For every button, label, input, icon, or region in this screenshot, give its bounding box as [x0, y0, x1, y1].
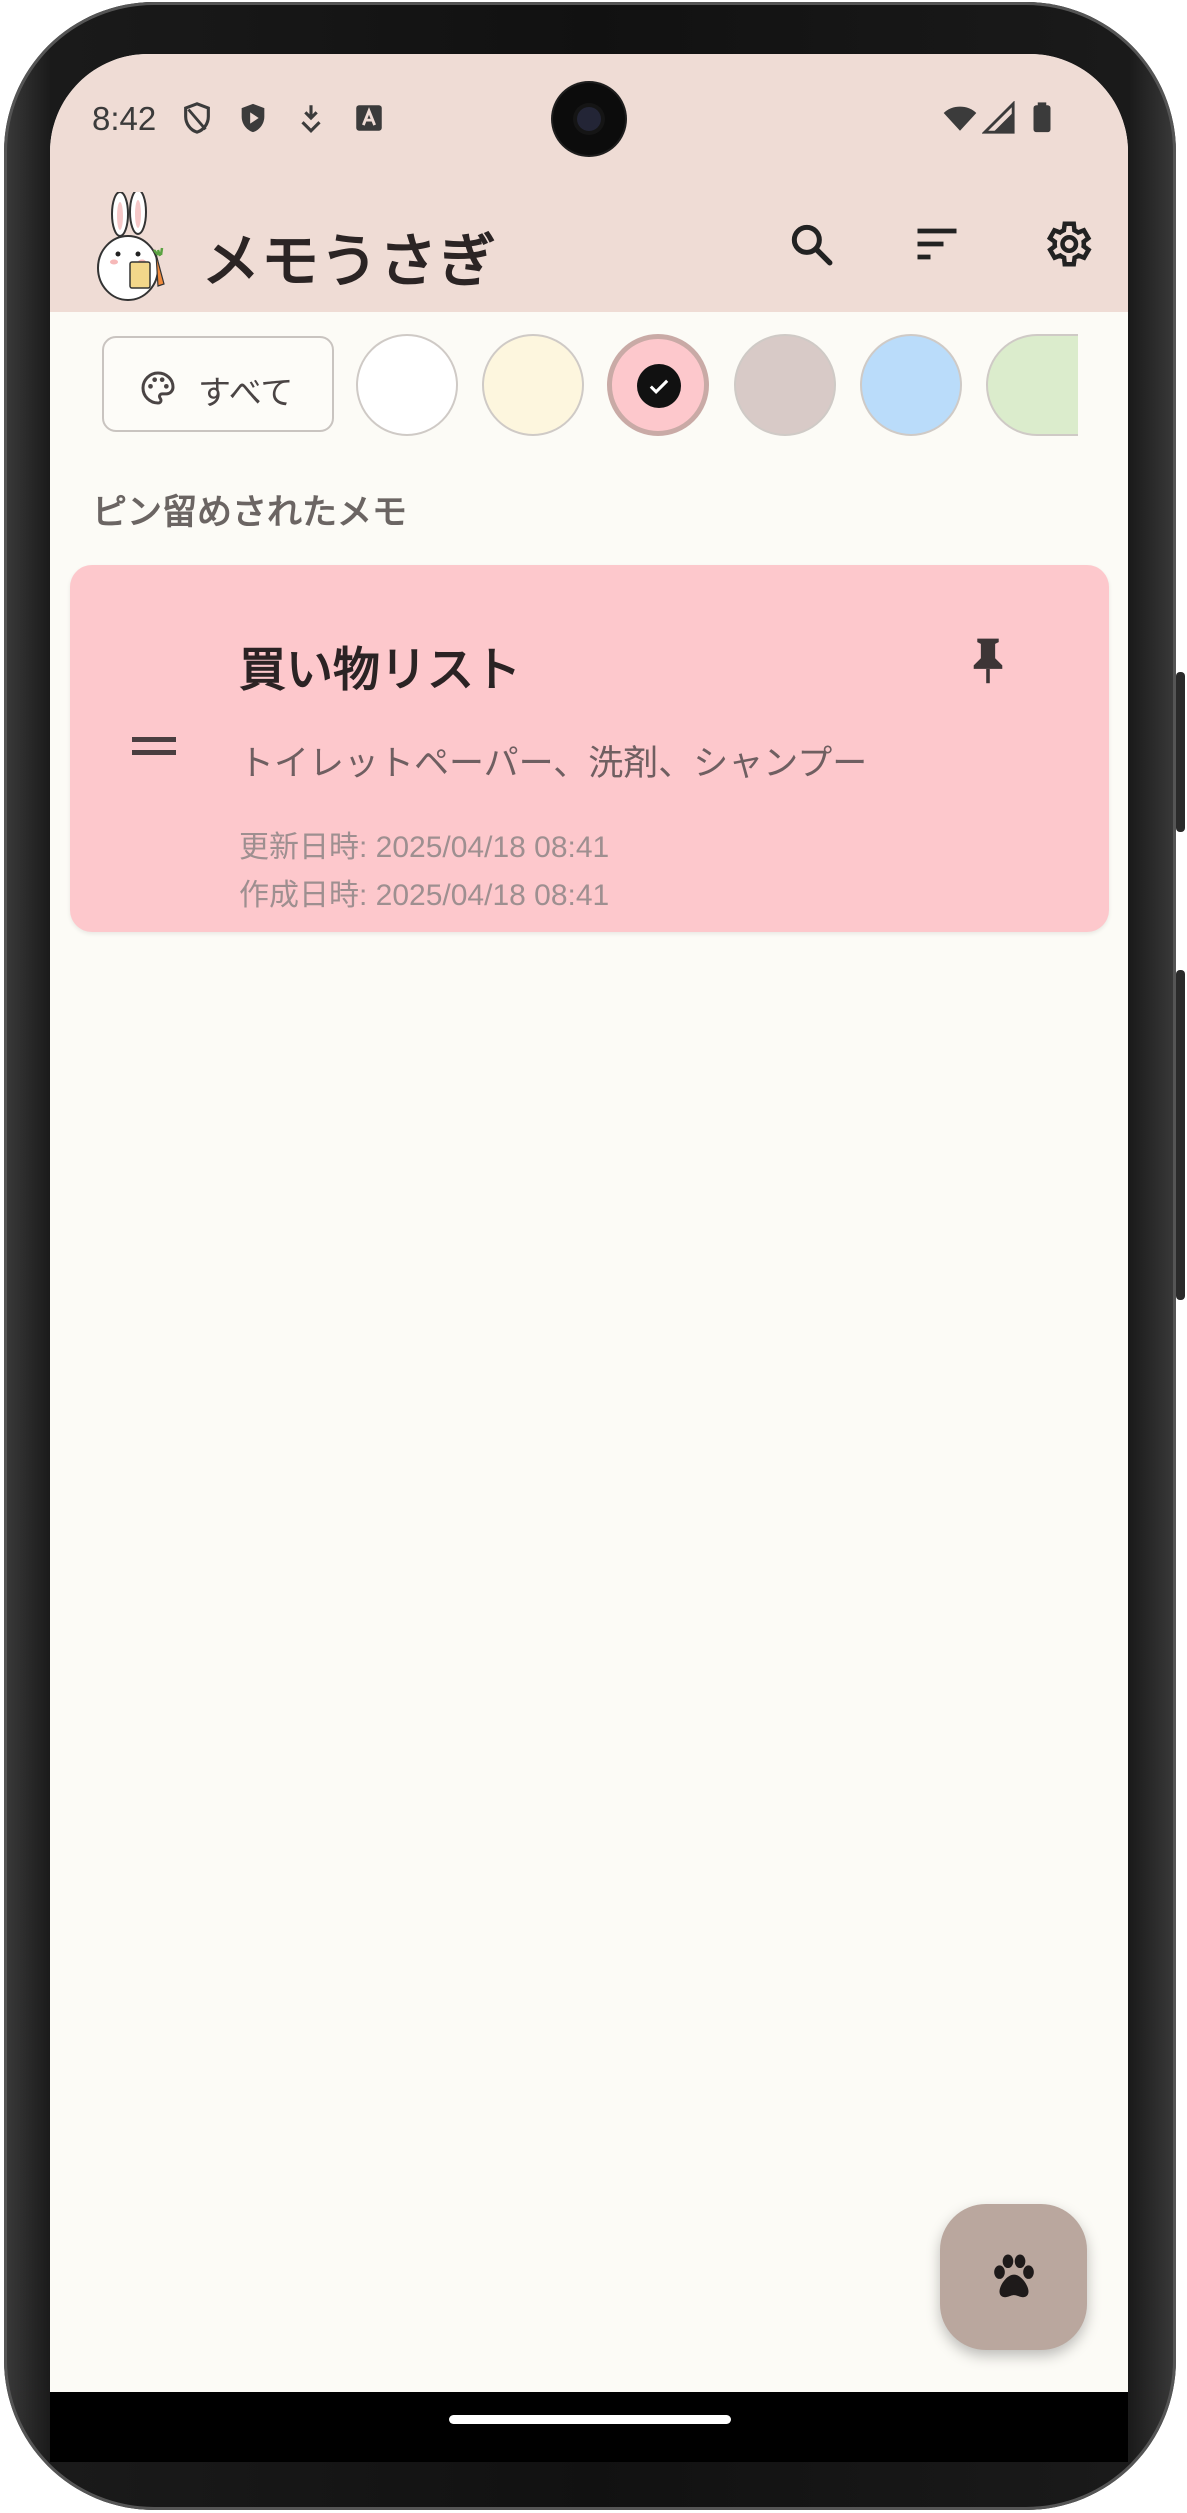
home-gesture-handle[interactable] — [449, 2415, 731, 2424]
swatch-cream[interactable] — [482, 334, 584, 436]
front-camera — [553, 83, 625, 155]
color-filter-row: すべて — [50, 334, 1128, 444]
palette-icon — [141, 371, 175, 405]
swatch-green[interactable] — [986, 334, 1078, 436]
pinned-section-heading: ピン留めされたメモ — [92, 493, 408, 533]
memo-title: 買い物リスト — [239, 643, 521, 698]
sort-icon — [917, 228, 957, 260]
battery-icon — [1033, 102, 1051, 133]
search-button[interactable] — [779, 212, 843, 276]
swatch-blue[interactable] — [860, 334, 962, 436]
settings-gear-icon — [1046, 221, 1092, 267]
sort-button[interactable] — [905, 212, 969, 276]
memo-created-date: 作成日時: 2025/04/18 08:41 — [239, 879, 610, 912]
filter-all-label: すべて — [198, 373, 294, 412]
memo-card[interactable]: 買い物リスト トイレットペーパー、洗剤、シャンプー 更新日時: 2025/04/… — [70, 565, 1109, 932]
memo-updated-date: 更新日時: 2025/04/18 08:41 — [239, 831, 610, 864]
filter-all-chip[interactable]: すべて — [102, 336, 334, 432]
app-title: メモうさぎ — [202, 227, 498, 295]
selected-check-icon — [637, 364, 681, 408]
power-button — [1176, 970, 1185, 1300]
phone-device: 8:42 メモうさぎ すべて ピン留めされたメモ 買い物リスト トイレットペーパ… — [0, 0, 1187, 2513]
cellular-signal-icon — [982, 101, 1015, 134]
shield-play-icon — [241, 103, 265, 133]
navigation-bar — [50, 2392, 1128, 2462]
wifi-icon — [943, 106, 977, 131]
swatch-taupe[interactable] — [734, 334, 836, 436]
status-bar: 8:42 — [50, 54, 1128, 184]
drag-handle-icon[interactable] — [132, 735, 176, 757]
pin-icon[interactable] — [966, 635, 1010, 685]
memo-body: トイレットペーパー、洗剤、シャンプー — [239, 744, 868, 784]
new-memo-fab[interactable] — [940, 2204, 1087, 2350]
swatch-pink-selected[interactable] — [607, 334, 709, 436]
search-icon — [791, 224, 833, 266]
paw-icon — [993, 2254, 1034, 2298]
swatch-white[interactable] — [356, 334, 458, 436]
rabbit-holding-carrot-icon — [97, 192, 165, 301]
download-check-icon — [301, 105, 321, 133]
shield-outline-icon — [184, 102, 210, 134]
app-screen: 8:42 メモうさぎ すべて ピン留めされたメモ 買い物リスト トイレットペーパ… — [50, 54, 1128, 2394]
settings-button[interactable] — [1035, 212, 1099, 276]
status-time: 8:42 — [92, 100, 157, 137]
app-bar: メモうさぎ — [50, 184, 1128, 312]
volume-button — [1176, 672, 1185, 832]
font-a-icon — [356, 105, 382, 131]
